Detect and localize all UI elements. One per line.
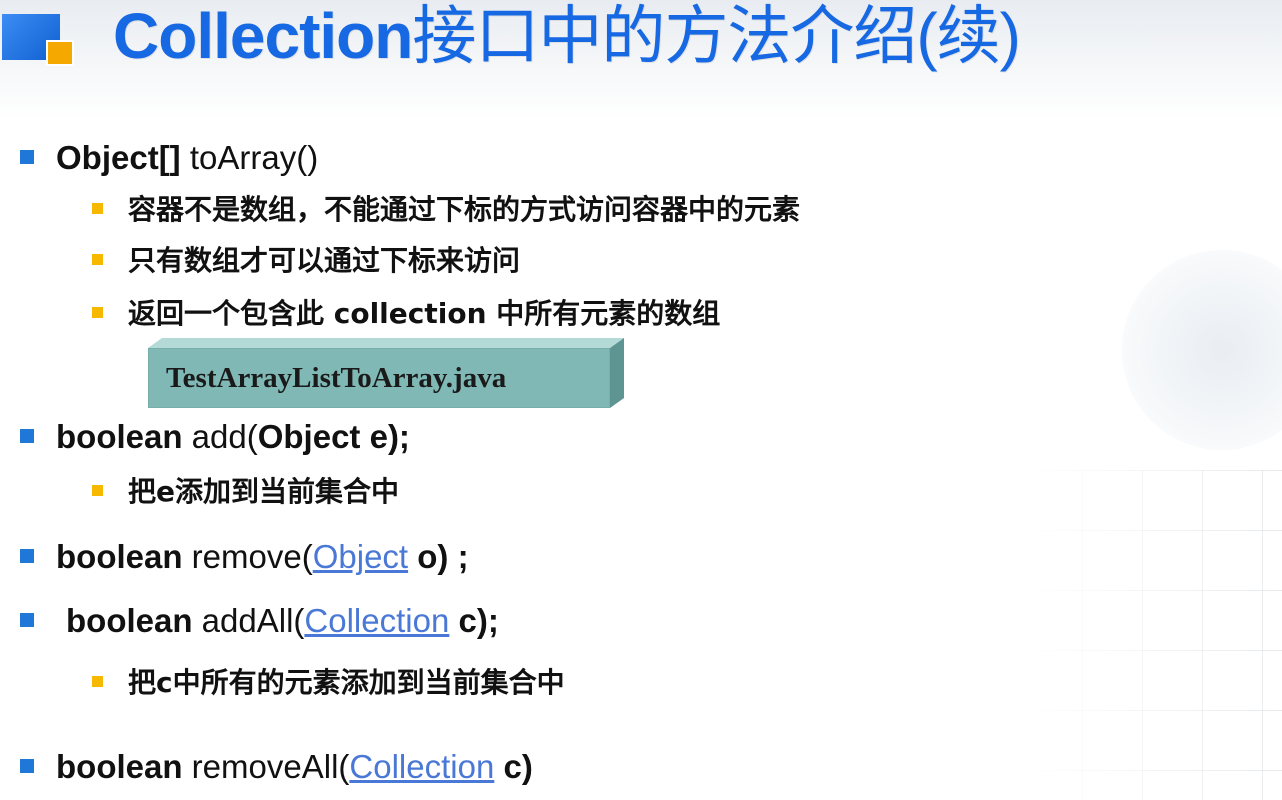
square-bullet-icon [20, 429, 34, 444]
addall-keyword: boolean [66, 602, 193, 639]
bullet-addall: boolean addAll(Collection c); [20, 601, 499, 641]
bullet-toarray: Object[] toArray() [20, 138, 318, 178]
title-cjk: 接口中的方法介绍(续) [412, 0, 1021, 72]
file-box-side-face [610, 338, 624, 408]
sub-bullet-text: 只有数组才可以通过下标来访问 [128, 244, 521, 277]
square-bullet-icon [92, 202, 103, 214]
square-bullet-icon [20, 759, 34, 774]
title-latin: Collection [113, 0, 413, 72]
addall-tail: c); [449, 602, 499, 639]
file-box-label: TestArrayListToArray.java [166, 362, 507, 394]
add-keyword: boolean [56, 418, 183, 455]
slide: Collection接口中的方法介绍(续) Object[] toArray()… [0, 0, 1282, 800]
remove-name: remove( [182, 538, 313, 575]
square-bullet-icon [20, 549, 34, 564]
sub-bullet-text: 把e添加到当前集合中 [128, 475, 399, 508]
bullet-removeall: boolean removeAll(Collection c) [20, 747, 533, 787]
title-square-icon [2, 14, 74, 66]
collection-link[interactable]: Collection [349, 748, 494, 785]
page-title: Collection接口中的方法介绍(续) [113, 0, 1021, 76]
sub-bullet-text: 容器不是数组，不能通过下标的方式访问容器中的元素 [128, 193, 801, 226]
add-name: add( [182, 418, 258, 455]
removeall-keyword: boolean [56, 748, 183, 785]
addall-name: addAll( [192, 602, 305, 639]
removeall-name: removeAll( [182, 748, 350, 785]
add-param: Object e); [257, 418, 410, 455]
file-link-box[interactable]: TestArrayListToArray.java [148, 338, 624, 408]
sub-bullet-toarray-1: 容器不是数组，不能通过下标的方式访问容器中的元素 [92, 192, 800, 228]
square-bullet-icon [92, 484, 103, 496]
square-bullet-icon [20, 150, 34, 165]
toarray-type: Object[] [56, 139, 181, 176]
bullet-remove: boolean remove(Object o) ; [20, 537, 469, 577]
object-link[interactable]: Object [313, 538, 408, 575]
square-bullet-icon [92, 306, 103, 318]
title-orange-square [46, 40, 74, 66]
background-glow [1122, 250, 1282, 450]
square-bullet-icon [20, 613, 34, 628]
sub-bullet-addall: 把c中所有的元素添加到当前集合中 [92, 665, 565, 701]
sub-bullet-toarray-3: 返回一个包含此 collection 中所有元素的数组 [92, 296, 720, 332]
remove-keyword: boolean [56, 538, 183, 575]
sub-bullet-toarray-2: 只有数组才可以通过下标来访问 [92, 243, 520, 279]
sub-bullet-text: 返回一个包含此 collection 中所有元素的数组 [128, 297, 721, 330]
removeall-tail: c) [494, 748, 533, 785]
background-grid [1022, 470, 1282, 800]
file-box-top-face [148, 338, 624, 348]
toarray-method: toArray() [180, 139, 319, 176]
collection-link[interactable]: Collection [304, 602, 449, 639]
sub-bullet-add: 把e添加到当前集合中 [92, 474, 399, 510]
square-bullet-icon [92, 253, 103, 265]
sub-bullet-text: 把c中所有的元素添加到当前集合中 [128, 666, 565, 699]
bullet-add: boolean add(Object e); [20, 417, 410, 457]
square-bullet-icon [92, 675, 103, 687]
title-row: Collection接口中的方法介绍(续) [0, 0, 1282, 80]
remove-tail: o) ; [408, 538, 469, 575]
